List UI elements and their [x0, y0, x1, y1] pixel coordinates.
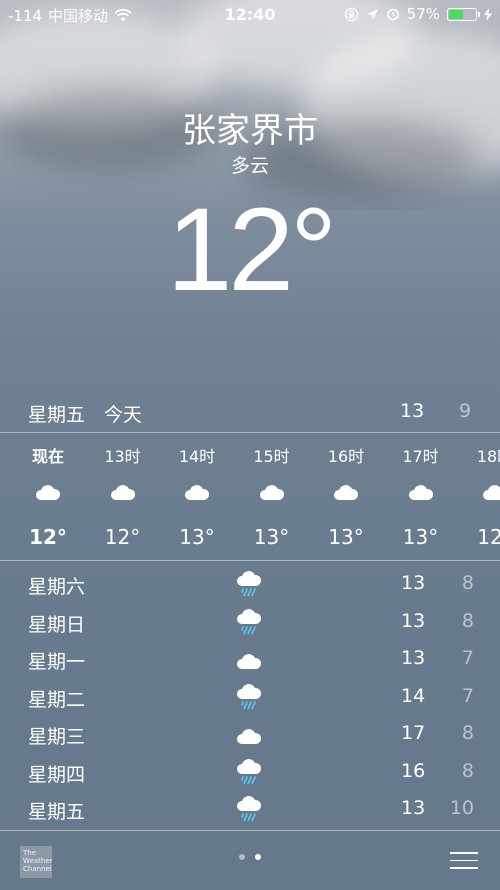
- hourly-temp: 13°: [179, 525, 215, 549]
- hourly-time: 17时: [402, 447, 439, 466]
- page-dot[interactable]: [239, 854, 245, 860]
- rain-icon: [236, 758, 262, 790]
- cloud-icon: [458, 483, 500, 501]
- cloud-icon: [86, 483, 160, 501]
- daily-high: 13: [401, 647, 426, 669]
- battery-icon: [447, 7, 480, 21]
- city-list-icon[interactable]: [450, 852, 478, 875]
- today-weekday: 星期五: [28, 404, 86, 426]
- daily-row: 星期一 13 7: [0, 641, 500, 678]
- today-label: 今天: [104, 404, 143, 426]
- hourly-time: 14时: [178, 447, 216, 466]
- daily-low: 7: [461, 684, 474, 707]
- city-name: 张家界市: [182, 111, 318, 151]
- daily-high: 13: [401, 797, 426, 819]
- location-arrow-icon: [366, 8, 378, 20]
- cloud-icon: [309, 483, 383, 501]
- daily-low: 8: [461, 572, 474, 594]
- weather-channel-logo[interactable]: The Weather Channel: [20, 846, 52, 878]
- daily-row: 星期二 14 7: [0, 679, 500, 716]
- rain-icon: [236, 796, 262, 827]
- current-condition: 多云: [230, 155, 269, 177]
- daily-row: 星期六 13 8: [0, 566, 500, 603]
- daily-weekday: 星期日: [28, 613, 86, 636]
- hourly-forecast[interactable]: 现在 12° 13时 12° 14时 13° 15时 13° 16时 13° 17时 13° 18时 12…: [0, 433, 500, 560]
- daily-row: 星期四 16 8: [0, 754, 500, 791]
- cloud-icon: [384, 483, 458, 501]
- charging-icon: [484, 7, 492, 21]
- cloud-icon: [11, 483, 85, 501]
- daily-weekday: 星期五: [28, 801, 86, 823]
- rain-icon: [236, 571, 262, 602]
- daily-high: 17: [401, 722, 426, 744]
- cloud-icon: [236, 652, 262, 675]
- hourly-temp: 13°: [328, 525, 364, 549]
- hourly-time: 现在: [31, 447, 64, 466]
- alarm-icon: [386, 8, 399, 21]
- today-summary: 星期五 今天 13 9: [0, 400, 500, 430]
- daily-high: 14: [401, 684, 426, 707]
- current-temperature: 12°: [166, 184, 337, 316]
- page-dot[interactable]: [255, 854, 261, 860]
- cloud-icon: [236, 727, 262, 750]
- battery-percent: 57%: [406, 5, 440, 23]
- daily-high: 13: [401, 572, 426, 594]
- rain-icon: [236, 683, 262, 715]
- daily-weekday: 星期一: [28, 651, 86, 673]
- daily-weekday: 星期六: [28, 576, 86, 598]
- rain-icon: [236, 608, 262, 640]
- hourly-time: 13时: [104, 447, 141, 466]
- daily-low: 7: [461, 647, 474, 669]
- status-bar: -114 中国移动 12:40 57%: [0, 0, 500, 30]
- daily-row: 星期日 13 8: [0, 604, 500, 641]
- divider: [0, 830, 500, 831]
- hourly-temp: 12°: [29, 525, 67, 549]
- daily-high: 13: [401, 609, 426, 632]
- hourly-time: 18时: [476, 447, 500, 466]
- hourly-temp: 13°: [253, 525, 290, 549]
- daily-low: 8: [461, 722, 474, 744]
- daily-low: 10: [449, 797, 474, 819]
- divider: [0, 560, 500, 561]
- hourly-time: 16时: [327, 447, 365, 466]
- hourly-time: 15时: [253, 447, 290, 466]
- rotation-lock-icon: [344, 7, 358, 21]
- page-indicator[interactable]: [0, 854, 500, 860]
- daily-row: 星期三 17 8: [0, 716, 500, 753]
- daily-weekday: 星期四: [28, 763, 86, 786]
- today-high: 13: [400, 400, 425, 422]
- daily-low: 8: [461, 759, 474, 782]
- daily-weekday: 星期三: [28, 726, 86, 748]
- cloud-icon: [160, 483, 234, 501]
- hourly-temp: 12°: [477, 525, 500, 549]
- hourly-temp: 13°: [402, 525, 439, 549]
- bottom-bar: The Weather Channel: [0, 832, 500, 890]
- daily-weekday: 星期二: [28, 688, 86, 711]
- daily-row: 星期五 13 10: [0, 791, 500, 828]
- daily-high: 16: [401, 759, 426, 782]
- hourly-temp: 12°: [104, 525, 141, 549]
- daily-low: 8: [461, 609, 474, 632]
- today-low: 9: [459, 400, 472, 422]
- cloud-icon: [235, 483, 309, 501]
